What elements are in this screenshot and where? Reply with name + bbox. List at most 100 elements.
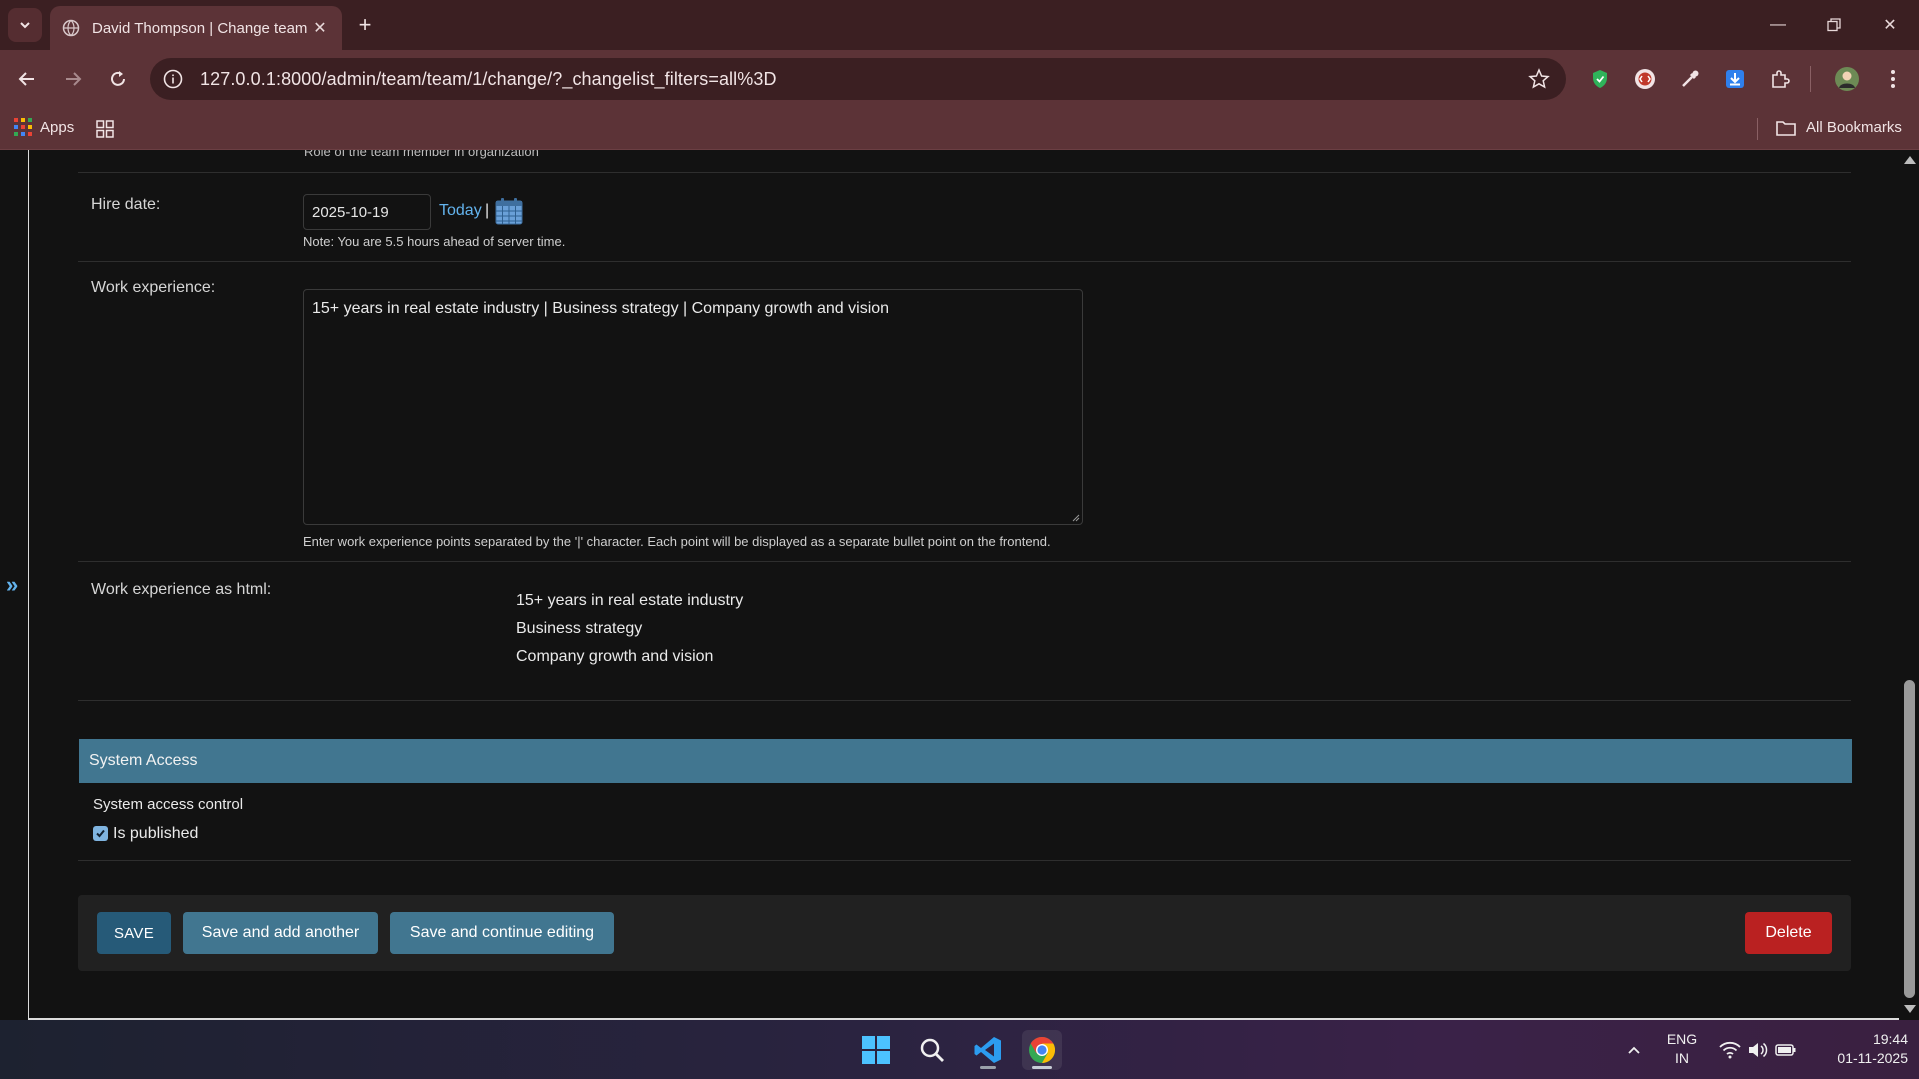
vscode-icon	[974, 1037, 1001, 1063]
timezone-note: Note: You are 5.5 hours ahead of server …	[303, 234, 566, 249]
all-bookmarks-button[interactable]: All Bookmarks	[1776, 119, 1902, 136]
bookmark-apps[interactable]: Apps	[14, 118, 74, 136]
vscode-taskbar-button[interactable]	[968, 1030, 1008, 1070]
work-experience-textarea[interactable]: 15+ years in real estate industry | Busi…	[303, 289, 1083, 525]
extensions-puzzle-icon[interactable]	[1765, 64, 1795, 94]
system-access-header: System Access	[79, 739, 1852, 783]
save-and-continue-button[interactable]: Save and continue editing	[390, 912, 614, 954]
bookmark-apps-label: Apps	[40, 118, 75, 136]
tab-title: David Thompson | Change team	[92, 19, 308, 37]
is-published-label[interactable]: Is published	[113, 825, 198, 843]
chevron-up-icon	[1628, 1046, 1640, 1054]
scroll-up-arrow-icon[interactable]	[1904, 156, 1916, 164]
toolbar-divider	[1810, 66, 1811, 92]
work-experience-help: Enter work experience points separated b…	[303, 534, 1051, 549]
row-divider	[78, 860, 1851, 861]
url-text[interactable]: 127.0.0.1:8000/admin/team/team/1/change/…	[200, 69, 777, 90]
role-help-text: Role of the team member in organization	[304, 150, 539, 159]
save-and-add-another-button[interactable]: Save and add another	[183, 912, 378, 954]
is-published-checkbox[interactable]	[93, 826, 108, 841]
active-indicator	[1032, 1066, 1052, 1069]
language-indicator[interactable]: ENG IN	[1664, 1030, 1700, 1068]
tab-search-button[interactable]	[8, 8, 42, 42]
extension-eyedropper-icon[interactable]	[1675, 64, 1705, 94]
list-item: 15+ years in real estate industry	[516, 592, 744, 609]
search-icon	[920, 1038, 944, 1062]
today-separator: |	[485, 202, 490, 219]
row-divider	[78, 261, 1851, 262]
double-chevron-right-icon: »	[6, 572, 19, 597]
row-divider	[78, 172, 1851, 173]
globe-icon	[62, 19, 80, 37]
folder-icon	[1776, 120, 1796, 136]
system-tray-status[interactable]	[1712, 1030, 1804, 1070]
bookmarks-divider	[1757, 118, 1758, 140]
minimize-button[interactable]: —	[1758, 10, 1798, 40]
clock-time: 19:44	[1872, 1031, 1908, 1047]
browser-toolbar: 127.0.0.1:8000/admin/team/team/1/change/…	[0, 50, 1919, 108]
profile-avatar[interactable]	[1832, 64, 1862, 94]
save-button[interactable]: SAVE	[97, 912, 171, 954]
work-experience-html-label: Work experience as html:	[91, 581, 272, 598]
hire-date-input[interactable]: 2025-10-19	[303, 194, 431, 230]
close-window-button[interactable]: ✕	[1870, 10, 1910, 40]
bookmarks-bar: Apps All Bookmarks	[0, 108, 1919, 150]
browser-menu-button[interactable]	[1878, 64, 1908, 94]
row-divider	[78, 561, 1851, 562]
system-access-description: System access control	[93, 796, 244, 813]
extension-download-icon[interactable]	[1720, 64, 1750, 94]
list-item: Company growth and vision	[516, 648, 714, 665]
extension-devtools-icon[interactable]	[1630, 64, 1660, 94]
chevron-down-icon	[20, 22, 30, 29]
today-link[interactable]: Today	[439, 202, 482, 220]
back-button[interactable]	[12, 64, 42, 94]
running-indicator	[980, 1066, 996, 1069]
active-tab[interactable]: David Thompson | Change team ✕	[50, 6, 342, 50]
restore-icon	[1827, 18, 1841, 32]
resize-grip-icon[interactable]	[1072, 514, 1080, 522]
clock[interactable]: 19:44 01-11-2025	[1812, 1030, 1908, 1068]
submit-row: SAVE Save and add another Save and conti…	[78, 895, 1851, 971]
windows-logo-icon	[862, 1036, 890, 1064]
battery-icon	[1775, 1044, 1796, 1056]
address-bar[interactable]: 127.0.0.1:8000/admin/team/team/1/change/…	[150, 58, 1566, 100]
reload-icon	[111, 71, 125, 86]
region-code: IN	[1675, 1050, 1689, 1066]
language-code: ENG	[1666, 1031, 1698, 1047]
bookmark-star-icon[interactable]	[1528, 68, 1550, 90]
page-scrollbar[interactable]	[1900, 150, 1919, 1020]
clock-date: 01-11-2025	[1837, 1050, 1908, 1066]
windows-taskbar: ENG IN 19:44 01-11-2025	[0, 1020, 1919, 1079]
restore-button[interactable]	[1814, 10, 1854, 40]
site-info-icon[interactable]	[162, 68, 184, 90]
chrome-taskbar-button[interactable]	[1022, 1030, 1062, 1070]
search-button[interactable]	[912, 1030, 952, 1070]
show-hidden-icons-button[interactable]	[1614, 1030, 1654, 1070]
new-tab-button[interactable]: +	[352, 12, 378, 38]
arrow-left-icon	[18, 72, 34, 86]
apps-grid-icon	[14, 118, 32, 136]
scroll-down-arrow-icon[interactable]	[1904, 1005, 1916, 1013]
tab-bar: David Thompson | Change team ✕ + — ✕	[0, 0, 1919, 50]
chrome-icon	[1029, 1036, 1056, 1064]
sidebar-toggle[interactable]: »	[0, 150, 29, 1020]
tab-groups-icon[interactable]	[96, 120, 114, 138]
volume-icon	[1749, 1042, 1768, 1058]
arrow-right-icon	[66, 72, 82, 86]
all-bookmarks-label: All Bookmarks	[1806, 119, 1902, 136]
tab-close-icon[interactable]: ✕	[310, 18, 330, 38]
start-button[interactable]	[856, 1030, 896, 1070]
calendar-icon[interactable]	[494, 196, 524, 226]
work-experience-html-list: 15+ years in real estate industry Busine…	[516, 587, 743, 671]
more-vertical-icon	[1891, 70, 1895, 88]
forward-button[interactable]	[58, 64, 88, 94]
extension-shield-icon[interactable]	[1585, 64, 1615, 94]
delete-button[interactable]: Delete	[1745, 912, 1832, 954]
scrollbar-thumb[interactable]	[1904, 680, 1915, 998]
row-divider	[78, 700, 1851, 701]
wifi-icon	[1719, 1041, 1741, 1059]
reload-button[interactable]	[103, 64, 133, 94]
work-experience-label: Work experience:	[91, 279, 216, 296]
work-experience-value: 15+ years in real estate industry | Busi…	[312, 300, 890, 317]
checkmark-icon	[96, 829, 105, 838]
